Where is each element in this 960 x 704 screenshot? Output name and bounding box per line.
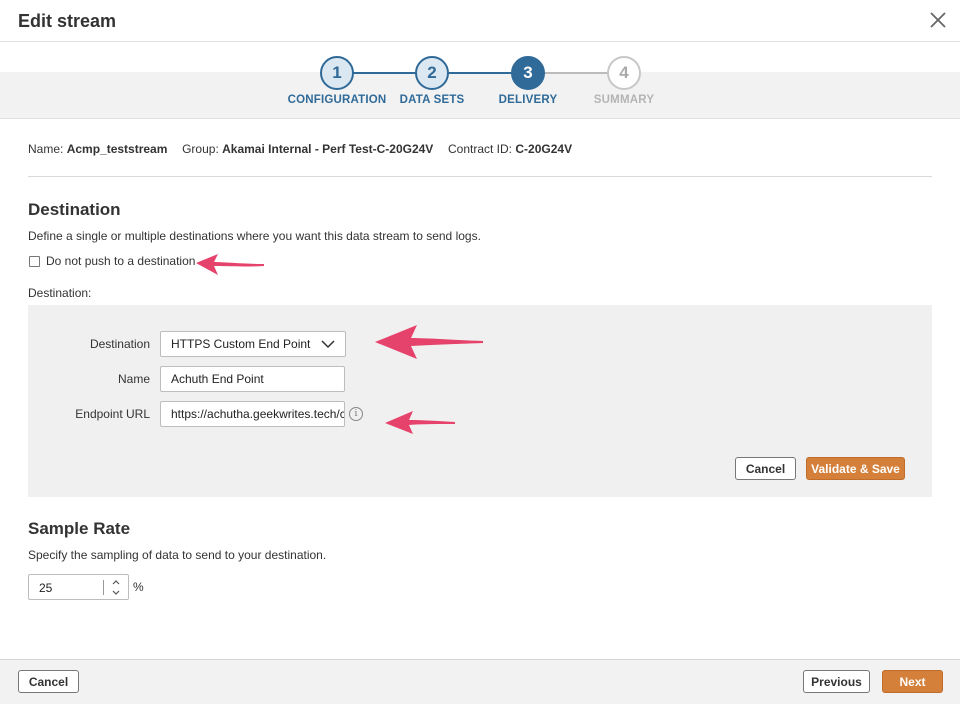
group-value: Akamai Internal - Perf Test-C-20G24V: [222, 142, 434, 156]
annotation-arrow-icon: [385, 411, 455, 434]
destination-field-label: Destination: [89, 337, 150, 351]
close-icon[interactable]: [928, 10, 948, 30]
step-3-label[interactable]: DELIVERY: [473, 94, 583, 106]
previous-button[interactable]: Previous: [803, 670, 870, 693]
chevron-up-icon[interactable]: [111, 578, 121, 587]
divider: [28, 176, 932, 177]
footer-cancel-button[interactable]: Cancel: [18, 670, 79, 693]
contract-label: Contract ID:: [448, 142, 513, 156]
step-3-circle[interactable]: 3: [511, 56, 545, 90]
destination-select[interactable]: HTTPS Custom End Point: [160, 331, 346, 357]
no-destination-checkbox[interactable]: [29, 255, 40, 267]
validate-save-button[interactable]: Validate & Save: [806, 457, 905, 480]
step-2-circle[interactable]: 2: [415, 56, 449, 90]
endpoint-url-label: Endpoint URL: [75, 407, 150, 421]
annotation-arrow-icon: [196, 254, 264, 275]
progress-stepper: 1 2 3 4 CONFIGURATION DATA SETS DELIVERY…: [0, 42, 960, 119]
step-2-label[interactable]: DATA SETS: [377, 94, 487, 106]
step-4-circle: 4: [607, 56, 641, 90]
no-destination-label[interactable]: Do not push to a destination: [46, 254, 195, 268]
sample-rate-value: 25: [39, 581, 53, 595]
destination-heading: Destination: [28, 200, 121, 219]
next-button[interactable]: Next: [882, 670, 943, 693]
group-label: Group:: [182, 142, 219, 156]
destination-cancel-button[interactable]: Cancel: [735, 457, 796, 480]
sample-rate-unit: %: [133, 580, 144, 594]
endpoint-url-input[interactable]: https://achutha.geekwrites.tech/c: [160, 401, 345, 427]
destination-description: Define a single or multiple destinations…: [28, 229, 481, 243]
annotation-arrow-icon: [375, 325, 483, 359]
name-label: Name:: [28, 142, 64, 156]
endpoint-name-input[interactable]: Achuth End Point: [160, 366, 345, 392]
endpoint-url-value: https://achutha.geekwrites.tech/c: [171, 407, 345, 421]
step-4-label: SUMMARY: [593, 94, 655, 106]
sample-rate-heading: Sample Rate: [28, 519, 131, 538]
name-field-label: Name: [117, 372, 150, 386]
chevron-down-icon[interactable]: [111, 588, 121, 597]
dialog-footer: Cancel Previous Next: [0, 659, 960, 704]
contract-value: C-20G24V: [515, 142, 573, 156]
stream-info: Name: Acmp_teststream Group: Akamai Inte…: [28, 142, 572, 156]
stream-name-value: Acmp_teststream: [66, 142, 168, 156]
info-icon[interactable]: i: [349, 407, 363, 421]
chevron-down-icon: [321, 340, 335, 349]
endpoint-name-value: Achuth End Point: [171, 372, 264, 386]
dialog-title: Edit stream: [18, 11, 117, 31]
dialog-header: Edit stream: [0, 0, 960, 42]
destination-list-label: Destination:: [28, 286, 92, 300]
destination-select-value: HTTPS Custom End Point: [171, 337, 311, 351]
sample-rate-stepper[interactable]: 25: [28, 574, 129, 600]
no-destination-option[interactable]: Do not push to a destination: [29, 254, 195, 268]
step-1-circle[interactable]: 1: [320, 56, 354, 90]
sample-rate-description: Specify the sampling of data to send to …: [28, 548, 327, 562]
step-1-label[interactable]: CONFIGURATION: [282, 94, 392, 106]
